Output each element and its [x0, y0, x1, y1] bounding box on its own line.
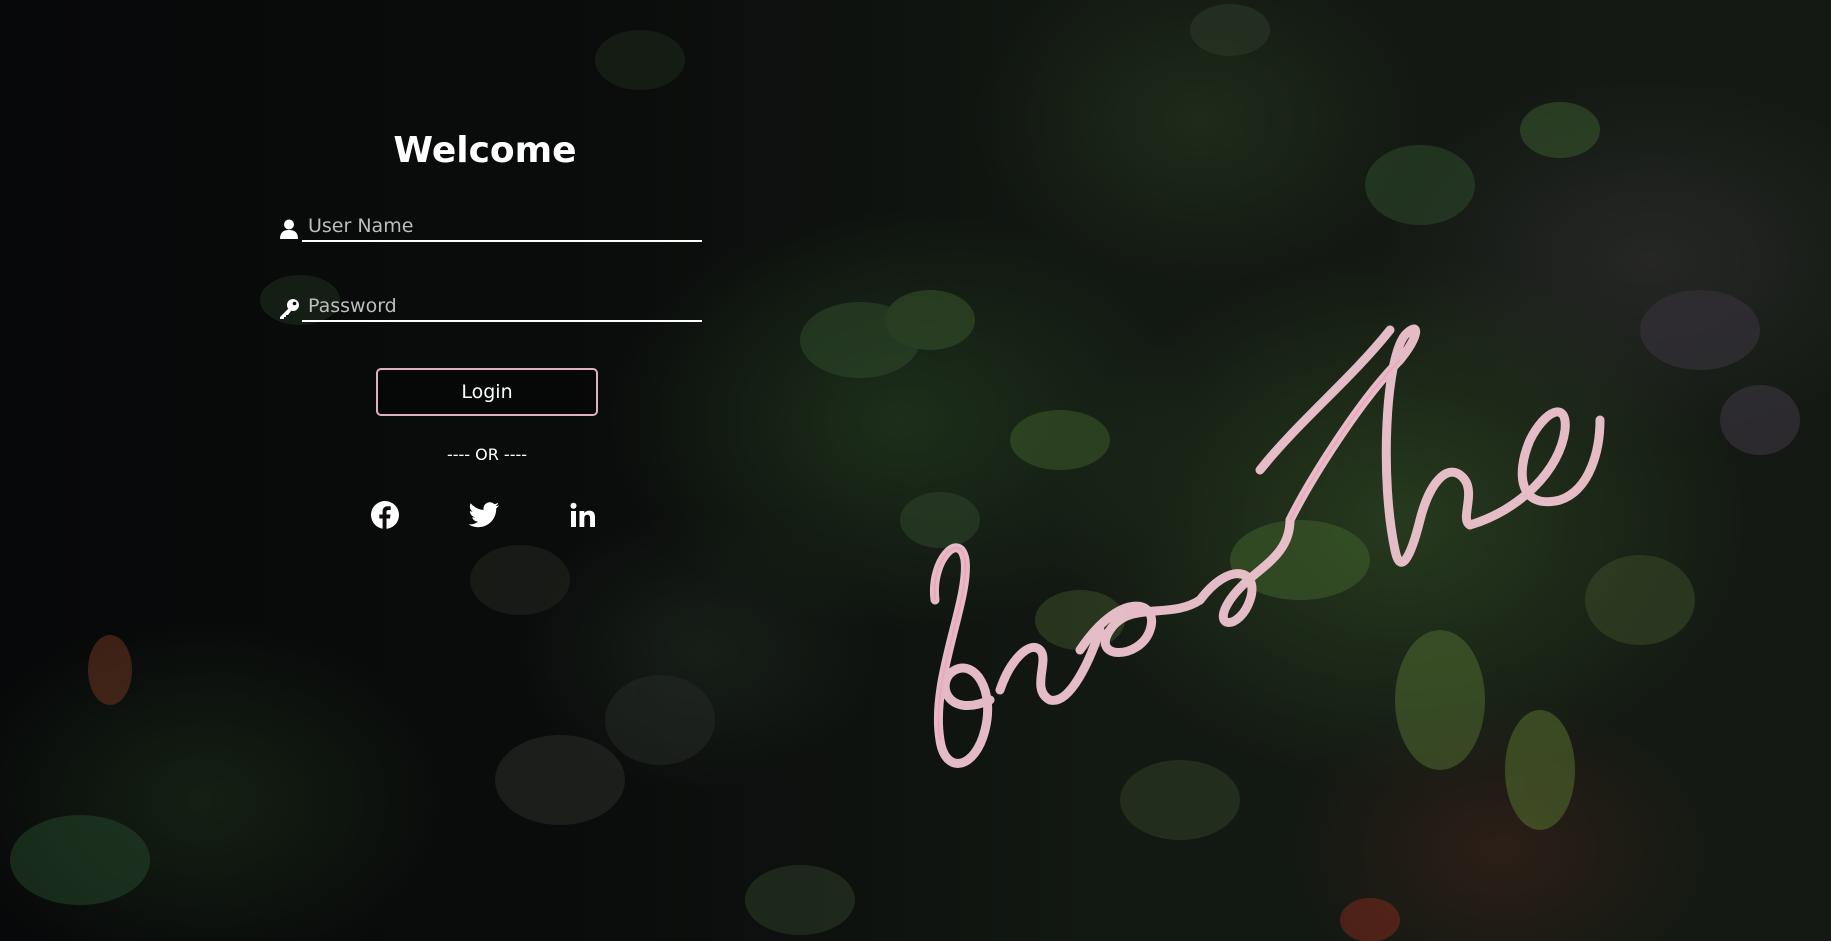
linkedin-icon: [570, 502, 595, 527]
password-row: [278, 290, 702, 322]
key-icon: [278, 296, 300, 322]
social-login-row: [370, 500, 604, 534]
password-input[interactable]: [302, 292, 702, 322]
login-button[interactable]: Login: [376, 368, 598, 416]
username-row: [278, 210, 702, 242]
username-input[interactable]: [302, 212, 702, 242]
user-icon: [278, 216, 300, 242]
welcome-heading: Welcome: [393, 130, 577, 171]
facebook-icon: [371, 501, 399, 529]
or-divider: ---- OR ----: [446, 445, 528, 464]
login-page: Welcome Login ---- OR ----: [0, 0, 1831, 941]
facebook-login-button[interactable]: [370, 500, 400, 530]
twitter-login-button[interactable]: [469, 500, 499, 530]
twitter-icon: [469, 502, 499, 528]
linkedin-login-button[interactable]: [568, 500, 598, 530]
